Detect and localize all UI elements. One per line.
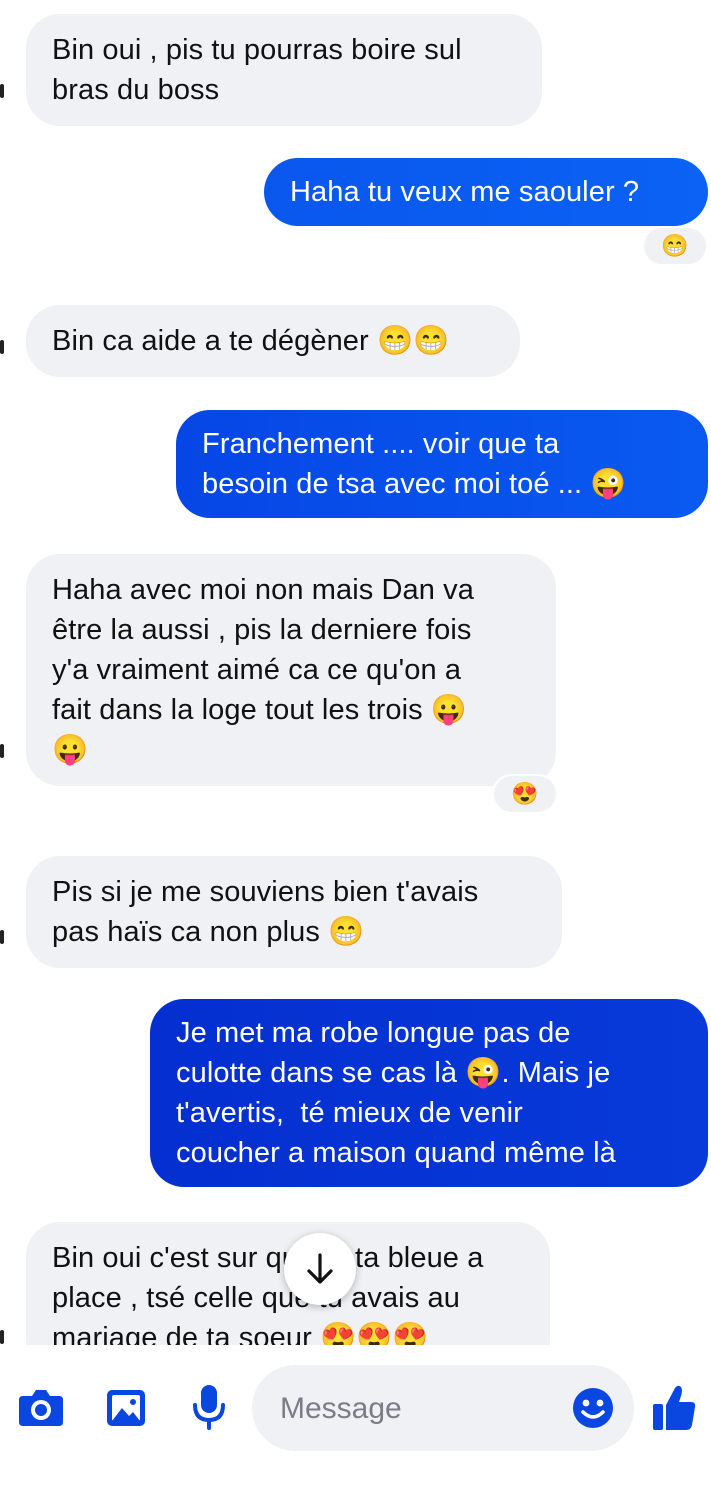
gallery-icon xyxy=(107,1390,145,1426)
message-input-container xyxy=(252,1365,634,1453)
microphone-button[interactable] xyxy=(190,1383,228,1431)
message-bubble-outgoing[interactable]: Haha tu veux me saouler ? xyxy=(264,158,708,226)
message-input[interactable] xyxy=(278,1365,562,1453)
avatar-edge xyxy=(0,1330,4,1344)
message-composer xyxy=(0,1345,711,1500)
gallery-button[interactable] xyxy=(104,1387,148,1429)
message-bubble-outgoing[interactable]: Franchement .... voir que ta besoin de t… xyxy=(176,410,708,518)
avatar-edge xyxy=(0,930,4,944)
like-button[interactable] xyxy=(650,1383,698,1433)
message-list[interactable]: Bin oui , pis tu pourras boire sul bras … xyxy=(0,0,711,1345)
thumbs-up-icon xyxy=(653,1385,696,1430)
emoji-button[interactable] xyxy=(572,1387,614,1429)
reaction-badge[interactable]: 😍 xyxy=(492,774,558,814)
microphone-icon xyxy=(193,1385,225,1430)
camera-icon xyxy=(19,1390,63,1426)
reaction-emoji: 😁 xyxy=(661,233,689,258)
camera-button[interactable] xyxy=(16,1387,66,1429)
arrow-down-icon xyxy=(307,1253,333,1284)
message-bubble-incoming[interactable]: Pis si je me souviens bien t'avais pas h… xyxy=(26,856,562,968)
message-bubble-incoming[interactable]: Haha avec moi non mais Dan va être la au… xyxy=(26,554,556,786)
avatar-edge xyxy=(0,744,4,758)
avatar-edge xyxy=(0,340,4,354)
message-bubble-incoming[interactable]: Bin oui , pis tu pourras boire sul bras … xyxy=(26,14,542,126)
message-bubble-incoming[interactable]: Bin ca aide a te dégèner 😁😁 xyxy=(26,305,520,377)
message-bubble-outgoing[interactable]: Je met ma robe longue pas de culotte dan… xyxy=(150,999,708,1187)
scroll-to-bottom-button[interactable] xyxy=(284,1233,356,1305)
reaction-emoji: 😍 xyxy=(511,781,539,806)
emoji-icon xyxy=(573,1388,613,1428)
reaction-badge[interactable]: 😁 xyxy=(642,226,708,266)
avatar-edge xyxy=(0,84,4,98)
